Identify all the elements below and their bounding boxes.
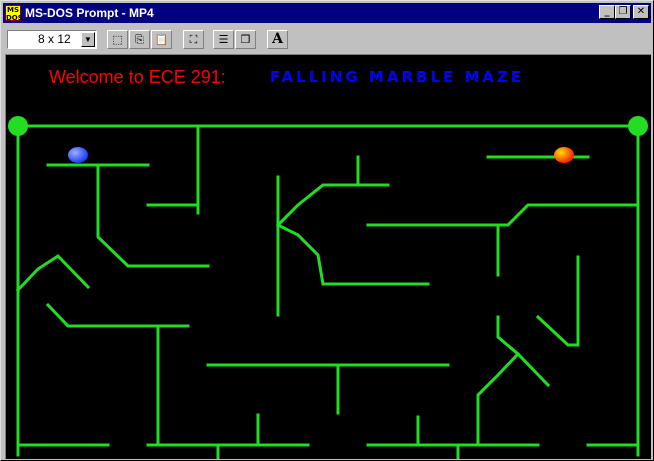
maze-wall (275, 183, 390, 228)
maze-wall (15, 254, 91, 293)
mark-icon: ⬚ (112, 33, 123, 46)
ms-dos-icon[interactable]: MS DOS (5, 5, 23, 22)
maze-wall (45, 302, 190, 328)
ms-dos-window: MS DOS MS-DOS Prompt - MP4 _ ❐ ✕ 8 x 12 … (0, 0, 654, 461)
properties-icon: ☰ (218, 33, 229, 46)
maze-wall (496, 315, 551, 388)
maze-wall (96, 163, 210, 268)
properties-button[interactable]: ☰ (213, 30, 234, 49)
blue-marble (68, 147, 88, 163)
paste-icon: 📋 (154, 33, 169, 46)
background-button[interactable]: ❐ (235, 30, 256, 49)
font-size-value: 8 x 12 (38, 32, 71, 46)
maze-wall (476, 351, 521, 447)
title-bar[interactable]: MS DOS MS-DOS Prompt - MP4 _ ❐ ✕ (3, 3, 651, 23)
background-icon: ❐ (240, 33, 251, 46)
red-marble (554, 147, 574, 163)
maze-wall (366, 203, 640, 227)
maze-corner-node (628, 116, 648, 136)
copy-button[interactable]: ⎘ (129, 30, 150, 49)
window-title: MS-DOS Prompt - MP4 (25, 6, 154, 20)
fullscreen-button[interactable]: ⛶ (183, 30, 204, 49)
paste-button[interactable]: 📋 (151, 30, 172, 49)
close-button[interactable]: ✕ (633, 5, 649, 19)
toolbar: 8 x 12 ▼ ⬚ ⎘ 📋 ⛶ ☰ ❐ A (3, 25, 651, 53)
font-size-select[interactable]: 8 x 12 ▼ (7, 30, 97, 49)
console-screen[interactable]: Welcome to ECE 291: FALLING MARBLE MAZE (5, 54, 651, 459)
maze-corner-node (8, 116, 28, 136)
fullscreen-icon: ⛶ (189, 33, 198, 46)
copy-icon: ⎘ (135, 33, 144, 46)
window-controls: _ ❐ ✕ (599, 5, 649, 19)
maximize-button[interactable]: ❐ (615, 5, 631, 19)
font-button[interactable]: A (267, 30, 288, 49)
minimize-button[interactable]: _ (599, 5, 615, 19)
mark-button[interactable]: ⬚ (107, 30, 128, 49)
maze-board (8, 116, 648, 459)
chevron-down-icon[interactable]: ▼ (81, 32, 95, 47)
maze-wall (275, 222, 430, 286)
font-icon: A (272, 31, 283, 47)
maze-wall (535, 255, 580, 347)
